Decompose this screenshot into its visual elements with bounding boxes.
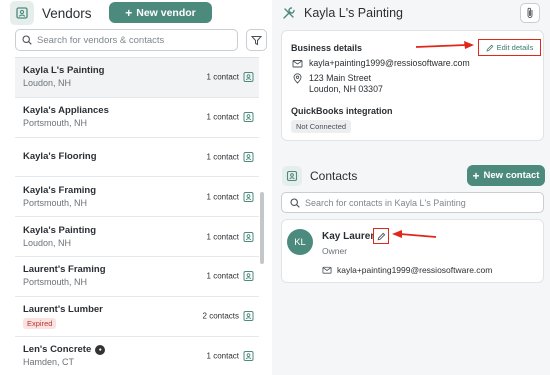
pencil-icon	[486, 44, 494, 52]
vendor-title: Kayla L's Painting	[304, 6, 403, 20]
contact-email: kayla+painting1999@ressiosoftware.com	[337, 265, 493, 275]
filter-button[interactable]	[246, 29, 267, 51]
contact-email-row: kayla+painting1999@ressiosoftware.com	[322, 265, 492, 275]
vendor-search	[15, 29, 238, 51]
annotation-arrow	[392, 230, 437, 238]
vendor-search-input[interactable]	[37, 34, 227, 46]
detail-header: Kayla L's Painting	[282, 2, 403, 24]
quickbooks-heading: QuickBooks integration	[291, 106, 393, 116]
business-email-row: kayla+painting1999@ressiosoftware.com	[292, 58, 470, 69]
expired-badge: Expired	[23, 317, 57, 329]
store-icon	[10, 1, 34, 25]
mail-icon	[322, 265, 332, 275]
vendor-contact-count: 1 contact	[206, 112, 239, 122]
avatar: KL	[287, 229, 313, 255]
vendor-row[interactable]: Kayla L's Painting Loudon, NH 1 contact	[15, 58, 259, 98]
integration-badge-icon: ●	[95, 344, 106, 355]
new-contact-button[interactable]: + New contact	[467, 165, 545, 186]
address-line2: Loudon, NH 03307	[309, 84, 383, 94]
search-icon	[290, 197, 300, 208]
contact-name: Kay Laurent	[322, 231, 380, 242]
vendor-contact-count: 1 contact	[206, 232, 239, 242]
vendor-contact-count: 1 contact	[206, 192, 239, 202]
search-icon	[22, 35, 32, 45]
vendor-row[interactable]: Laurent's Framing Portsmouth, NH 1 conta…	[15, 257, 259, 297]
vendor-contact-count: 1 contact	[206, 152, 239, 162]
vendor-list: Kayla L's Painting Loudon, NH 1 contact …	[15, 57, 259, 375]
vendor-row[interactable]: Kayla's Painting Loudon, NH 1 contact	[15, 217, 259, 257]
vendor-detail-panel: Kayla L's Painting Business details Edit…	[272, 0, 550, 375]
mail-icon	[292, 58, 303, 69]
vendor-contact-count: 1 contact	[206, 271, 239, 281]
pencil-icon	[377, 232, 386, 241]
contact-search-input[interactable]	[305, 197, 535, 208]
address-line1: 123 Main Street	[309, 73, 372, 83]
contact-card-icon	[243, 72, 254, 83]
vendor-row[interactable]: Kayla's Framing Portsmouth, NH 1 contact	[15, 177, 259, 218]
vendor-list-scrollbar[interactable]	[260, 192, 264, 264]
business-details-heading: Business details	[291, 43, 363, 53]
vendor-contact-count: 1 contact	[206, 351, 239, 361]
vendor-row[interactable]: Len's Concrete ● Hamden, CT 1 contact	[15, 337, 259, 375]
contact-search	[281, 192, 544, 213]
vendors-title: Vendors	[42, 5, 92, 21]
business-details-card: Business details Edit details kayla+pain…	[281, 30, 544, 141]
contacts-icon	[282, 166, 302, 186]
business-address-row: 123 Main Street Loudon, NH 03307	[292, 73, 383, 95]
vendor-row[interactable]: Kayla's Flooring 1 contact	[15, 138, 259, 178]
business-email: kayla+painting1999@ressiosoftware.com	[309, 58, 470, 68]
attachment-button[interactable]	[520, 3, 540, 23]
contact-card-icon	[243, 191, 254, 202]
contact-card-icon	[243, 231, 254, 242]
business-address: 123 Main Street Loudon, NH 03307	[309, 73, 383, 95]
edit-details-label: Edit details	[496, 43, 534, 52]
new-vendor-label: New vendor	[136, 6, 196, 19]
vendor-name: Len's Concrete	[23, 343, 92, 355]
edit-details-button[interactable]: Edit details	[478, 39, 541, 56]
plus-icon: +	[472, 168, 480, 183]
contacts-header: Contacts	[282, 164, 357, 188]
paperclip-icon	[525, 7, 535, 19]
vendor-contact-count: 2 contacts	[202, 311, 239, 321]
vendor-contact-count: 1 contact	[206, 72, 239, 82]
filter-icon	[251, 35, 262, 46]
map-pin-icon	[292, 73, 303, 84]
new-contact-label: New contact	[483, 170, 540, 181]
vendor-row[interactable]: Kayla's Appliances Portsmouth, NH 1 cont…	[15, 98, 259, 138]
contacts-title: Contacts	[310, 169, 358, 183]
contact-card-icon	[243, 112, 254, 123]
contact-card-icon	[243, 151, 254, 162]
contact-card-icon	[243, 311, 254, 322]
contact-card-icon	[243, 271, 254, 282]
vendors-panel: Vendors + New vendor Kayla L's Painting …	[0, 0, 272, 375]
contact-card-icon	[243, 350, 254, 361]
plus-icon: +	[125, 5, 133, 20]
new-vendor-button[interactable]: + New vendor	[109, 2, 212, 23]
contact-role: Owner	[322, 246, 348, 256]
edit-contact-button[interactable]	[373, 228, 389, 244]
quickbooks-status-badge: Not Connected	[291, 120, 352, 133]
vendor-row[interactable]: Laurent's Lumber Expired 2 contacts	[15, 297, 259, 337]
annotation-arrow	[415, 41, 474, 49]
tools-icon	[282, 6, 296, 20]
